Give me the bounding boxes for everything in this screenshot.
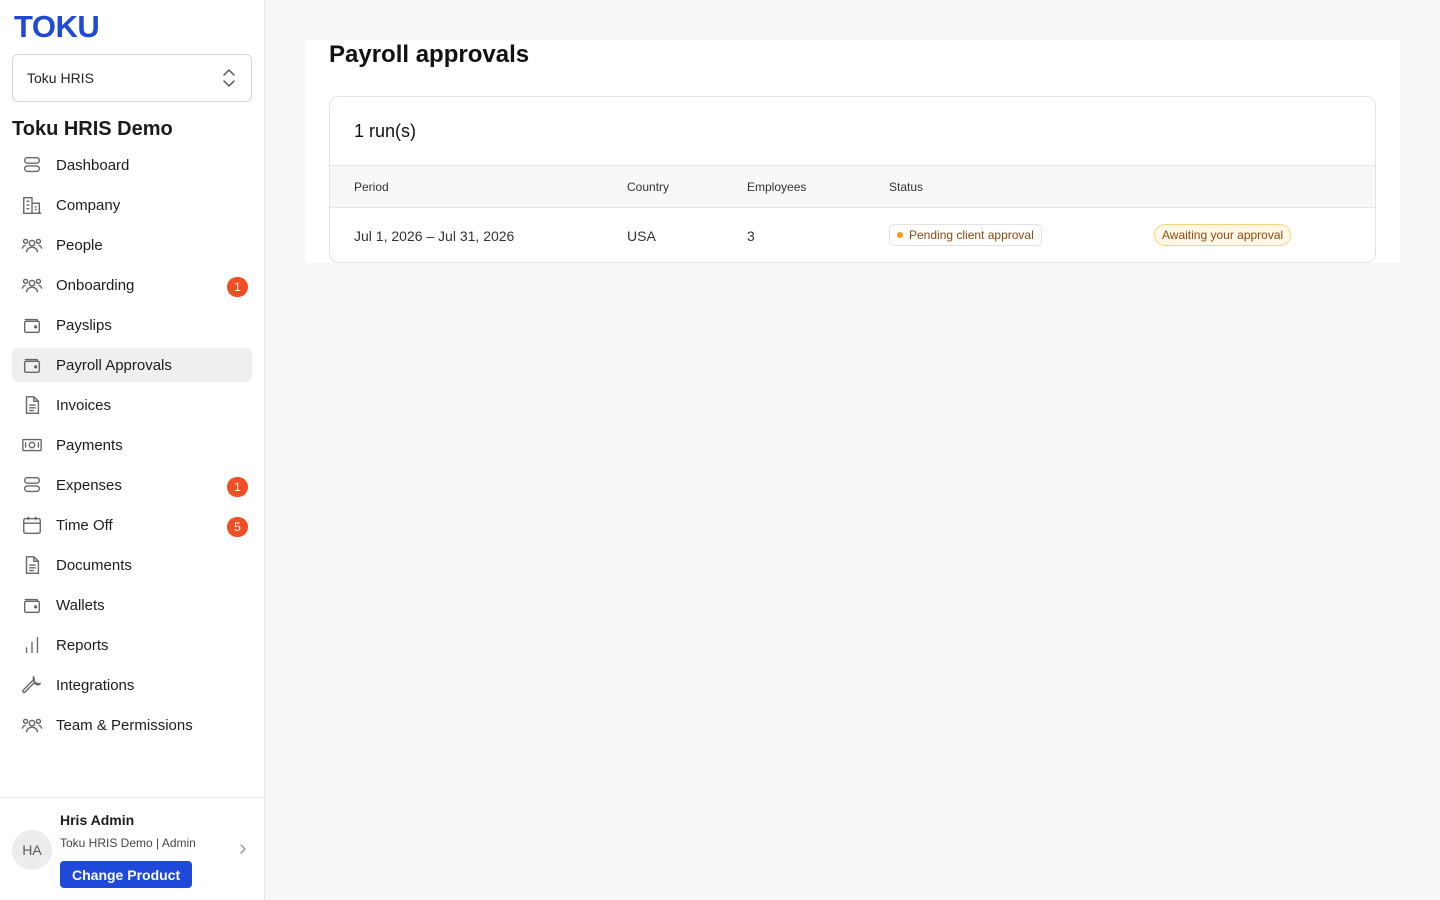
organization-title: Toku HRIS Demo bbox=[12, 118, 173, 140]
user-profile: HA Hris Admin Toku HRIS Demo | Admin Cha… bbox=[0, 797, 265, 900]
sidebar-item-label: Wallets bbox=[56, 596, 105, 614]
calendar-icon bbox=[20, 513, 44, 537]
sidebar-item-label: Dashboard bbox=[56, 156, 130, 174]
sidebar-item-label: Documents bbox=[56, 556, 132, 574]
sidebar-nav: Dashboard Company People Onboarding 1 Pa… bbox=[12, 148, 252, 748]
sidebar-item-onboarding[interactable]: Onboarding 1 bbox=[12, 268, 252, 302]
change-product-button[interactable]: Change Product bbox=[60, 861, 193, 888]
sidebar-item-integrations[interactable]: Integrations bbox=[12, 668, 252, 702]
chevron-right-icon[interactable] bbox=[236, 842, 250, 856]
column-header-employees: Employees bbox=[747, 180, 807, 194]
layers-icon bbox=[20, 153, 44, 177]
sidebar-item-reports[interactable]: Reports bbox=[12, 628, 252, 662]
layers-icon bbox=[20, 473, 44, 497]
people-icon bbox=[20, 233, 44, 257]
sidebar-item-time-off[interactable]: Time Off 5 bbox=[12, 508, 252, 542]
document-icon bbox=[20, 393, 44, 417]
page-title: Payroll approvals bbox=[329, 41, 530, 68]
workspace-selector-value: Toku HRIS bbox=[27, 70, 94, 86]
building-icon bbox=[20, 193, 44, 217]
sidebar-item-invoices[interactable]: Invoices bbox=[12, 388, 252, 422]
sidebar-item-people[interactable]: People bbox=[12, 228, 252, 262]
document-icon bbox=[20, 553, 44, 577]
status-dot-icon bbox=[897, 232, 903, 238]
toku-logo[interactable]: TOKU bbox=[14, 9, 100, 44]
sidebar-item-label: Team & Permissions bbox=[56, 716, 193, 734]
sidebar-item-label: Expenses bbox=[56, 476, 122, 494]
sidebar-item-wallets[interactable]: Wallets bbox=[12, 588, 252, 622]
wallet-icon bbox=[20, 353, 44, 377]
sidebar-item-payslips[interactable]: Payslips bbox=[12, 308, 252, 342]
wrench-icon bbox=[20, 673, 44, 697]
chevron-up-down-icon bbox=[221, 67, 237, 89]
avatar[interactable]: HA bbox=[12, 830, 52, 870]
column-header-period: Period bbox=[354, 180, 389, 194]
table-row[interactable]: Jul 1, 2026 – Jul 31, 2026 USA 3 Pending… bbox=[330, 208, 1375, 262]
sidebar-item-dashboard[interactable]: Dashboard bbox=[12, 148, 252, 182]
sidebar-item-label: Company bbox=[56, 196, 121, 214]
notification-badge: 5 bbox=[227, 517, 248, 537]
row-country: USA bbox=[627, 228, 656, 244]
sidebar-item-label: Integrations bbox=[56, 676, 135, 694]
workspace-selector[interactable]: Toku HRIS bbox=[12, 54, 252, 102]
table-header: Period Country Employees Status bbox=[330, 166, 1375, 208]
wallet-icon bbox=[20, 593, 44, 617]
sidebar-item-label: Time Off bbox=[56, 516, 113, 534]
column-header-status: Status bbox=[889, 180, 924, 194]
runs-count: 1 run(s) bbox=[330, 97, 1375, 166]
sidebar-item-company[interactable]: Company bbox=[12, 188, 252, 222]
sidebar-item-expenses[interactable]: Expenses 1 bbox=[12, 468, 252, 502]
people-icon bbox=[20, 713, 44, 737]
row-period: Jul 1, 2026 – Jul 31, 2026 bbox=[354, 228, 515, 244]
sidebar-item-label: Payments bbox=[56, 436, 123, 454]
wallet-icon bbox=[20, 313, 44, 337]
payroll-runs-card: 1 run(s) Period Country Employees Status… bbox=[329, 96, 1376, 263]
user-org-role: Toku HRIS Demo | Admin bbox=[60, 836, 196, 850]
sidebar-item-team-permissions[interactable]: Team & Permissions bbox=[12, 708, 252, 742]
sidebar-item-label: Onboarding bbox=[56, 276, 135, 294]
notification-badge: 1 bbox=[227, 477, 248, 497]
row-employees: 3 bbox=[747, 228, 755, 244]
sidebar-item-label: Invoices bbox=[56, 396, 112, 414]
notification-badge: 1 bbox=[227, 277, 248, 297]
sidebar-item-payments[interactable]: Payments bbox=[12, 428, 252, 462]
approval-badge: Awaiting your approval bbox=[1154, 224, 1292, 246]
people-icon bbox=[20, 273, 44, 297]
bar-chart-icon bbox=[20, 633, 44, 657]
status-badge-label: Pending client approval bbox=[909, 228, 1034, 242]
sidebar-item-label: Payroll Approvals bbox=[56, 356, 172, 374]
banknote-icon bbox=[20, 433, 44, 457]
status-badge: Pending client approval bbox=[889, 224, 1042, 246]
sidebar-item-documents[interactable]: Documents bbox=[12, 548, 252, 582]
sidebar-item-label: People bbox=[56, 236, 103, 254]
sidebar-item-label: Payslips bbox=[56, 316, 112, 334]
sidebar-item-label: Reports bbox=[56, 636, 109, 654]
sidebar: TOKU Toku HRIS Toku HRIS Demo Dashboard … bbox=[0, 0, 265, 900]
column-header-country: Country bbox=[627, 180, 670, 194]
sidebar-item-payroll-approvals[interactable]: Payroll Approvals bbox=[12, 348, 252, 382]
user-name: Hris Admin bbox=[60, 812, 135, 828]
